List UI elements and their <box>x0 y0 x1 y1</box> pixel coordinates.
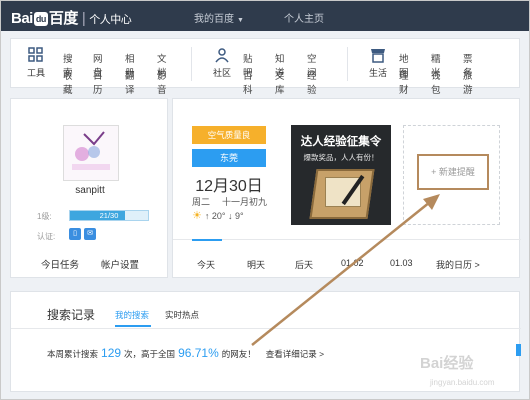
group-label-tools: 工具 <box>26 68 45 78</box>
level-progress-text: 21/30 <box>99 211 119 220</box>
sun-icon: ☀ <box>192 210 202 222</box>
menu-item-video[interactable]: 影音 <box>157 68 167 96</box>
menu-item-wenku[interactable]: 文库 <box>275 68 285 96</box>
menu-item-finance[interactable]: 理财 <box>399 68 409 96</box>
caret-down-icon: ▼ <box>237 17 244 24</box>
email-icon[interactable]: ✉ <box>84 228 96 240</box>
tab-today[interactable]: 今天 <box>197 258 215 271</box>
active-tab-indicator <box>115 325 151 327</box>
nav-my-baidu[interactable]: 我的百度 ▼ <box>194 10 244 25</box>
search-record-title: 搜索记录 <box>47 308 96 322</box>
watermark-logo: Bai经验 <box>420 355 474 372</box>
level-label: 1级: <box>37 212 52 221</box>
city-badge[interactable]: 东莞 <box>192 149 266 167</box>
menu-item-jingyan[interactable]: 经验 <box>307 68 317 96</box>
username[interactable]: sanpitt <box>11 185 169 196</box>
side-tab[interactable] <box>516 344 521 356</box>
menu-divider <box>191 47 192 81</box>
section-title: 个人中心 <box>89 14 132 26</box>
menu-divider <box>347 47 348 81</box>
tab-my-calendar[interactable]: 我的日历 > <box>436 258 480 271</box>
account-settings-link[interactable]: 帐户设置 <box>101 257 139 271</box>
lunar-date: 十一月初九 <box>222 197 268 207</box>
weekday: 周二 <box>192 197 211 207</box>
nav-homepage[interactable]: 个人主页 <box>284 10 324 25</box>
group-label-community: 社区 <box>212 68 231 78</box>
tab-tomorrow[interactable]: 明天 <box>247 258 265 271</box>
weather: ☀ ↑ 20° ↓ 9° <box>192 209 244 222</box>
watermark-url: jingyan.baidu.com <box>430 378 495 387</box>
menu-item-favorites[interactable]: 收藏 <box>63 68 73 96</box>
grid-icon[interactable] <box>27 47 45 65</box>
level-progress-bar: 21/30 <box>69 210 149 221</box>
cert-label: 认证: <box>37 232 56 241</box>
tab-day-after[interactable]: 后天 <box>295 258 313 271</box>
shop-icon[interactable] <box>369 47 387 65</box>
divider <box>11 328 521 329</box>
search-record-panel: 搜索记录 我的搜索 实时热点 本周累计搜索 129 次，高于全国 96.71% 的网友！… <box>10 291 521 392</box>
aqi-badge: 空气质量良 <box>192 126 266 144</box>
banner-title: 达人经验征集令 <box>300 136 382 148</box>
menu-item-calendar[interactable]: 日历 <box>93 68 103 96</box>
banner-subtitle: 爆款奖品，人人有份！ <box>303 153 379 162</box>
active-tab-indicator <box>192 239 222 241</box>
promo-banner[interactable]: 达人经验征集令 爆款奖品，人人有份！ <box>291 125 391 225</box>
current-date: 12月30日 <box>195 178 263 195</box>
calendar-panel: 空气质量良 东莞 12月30日 周二 十一月初九 ☀ ↑ 20° ↓ 9° 达人经验… <box>172 98 521 279</box>
group-label-life: 生活 <box>368 68 387 78</box>
phone-icon[interactable]: ▯ <box>69 228 81 240</box>
menu-item-travel[interactable]: 旅游 <box>463 68 473 96</box>
day-tabs: 今天 明天 后天 01.02 01.03 我的日历 > <box>173 239 521 279</box>
today-task-link[interactable]: 今日任务 <box>41 257 79 271</box>
view-detail-link[interactable]: 查看详细记录 > <box>266 349 324 359</box>
product-menu: 工具 搜索 网盘 相册 文档 收藏 日历 翻译 影音 社区 贴吧 知道 空间 百… <box>10 38 520 96</box>
search-percent: 96.71% <box>178 346 219 360</box>
logo-separator: | <box>81 10 86 27</box>
tab-realtime-hot[interactable]: 实时热点 <box>165 309 199 321</box>
paw-icon: du <box>33 12 48 26</box>
menu-item-baike[interactable]: 百科 <box>243 68 253 96</box>
search-count: 129 <box>101 346 122 360</box>
search-stat: 本周累计搜索 129 次，高于全国 96.71% 的网友！ 查看详细记录 > <box>47 346 325 360</box>
avatar[interactable] <box>63 125 119 181</box>
weekday-line: 周二 十一月初九 <box>192 195 272 208</box>
menu-item-translate[interactable]: 翻译 <box>125 68 135 96</box>
profile-card: sanpitt 1级: 21/30 认证: ▯ ✉ 今日任务 帐户设置 <box>10 98 168 278</box>
tab-0103[interactable]: 01.03 <box>390 258 413 268</box>
baidu-logo[interactable]: Bai du 百度 | 个人中心 <box>11 7 132 28</box>
tab-my-search[interactable]: 我的搜索 <box>115 309 149 321</box>
top-bar: Bai du 百度 | 个人中心 我的百度 ▼ 个人主页 <box>1 1 529 31</box>
menu-item-wallet[interactable]: 钱包 <box>431 68 441 96</box>
community-icon[interactable] <box>213 47 231 65</box>
temperature: ↑ 20° ↓ 9° <box>204 211 244 221</box>
new-reminder-button[interactable]: + 新建提醒 <box>417 154 489 190</box>
tab-0102[interactable]: 01.02 <box>341 258 364 268</box>
